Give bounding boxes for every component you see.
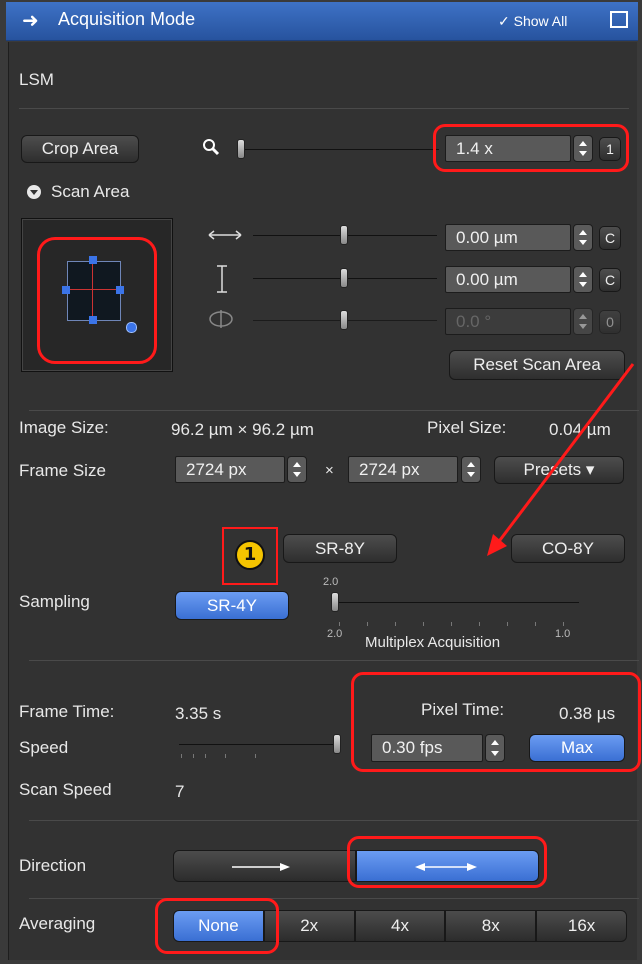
zoom-slider-thumb[interactable] xyxy=(237,139,245,159)
frame-size-x-field[interactable]: 2724 px xyxy=(175,456,285,483)
sampling-label: Sampling xyxy=(19,592,90,611)
tick xyxy=(255,754,256,758)
image-size-label: Image Size: xyxy=(19,418,109,437)
highlight-scan-area xyxy=(37,237,157,364)
direction-unidirectional[interactable] xyxy=(173,850,356,882)
offset-y-field[interactable]: 0.00 µm xyxy=(445,266,571,293)
rotation-reset-button: 0 xyxy=(599,310,621,334)
tick xyxy=(423,622,424,626)
scan-area-label: Scan Area xyxy=(51,182,130,201)
speed-slider-track[interactable] xyxy=(179,744,339,745)
highlight-direction xyxy=(347,836,547,888)
offset-y-spinner[interactable] xyxy=(573,266,593,293)
crop-area-button[interactable]: Crop Area xyxy=(21,135,139,163)
panel-header[interactable]: ➜ Acquisition Mode ✓ Show All xyxy=(6,2,638,41)
offset-x-spinner[interactable] xyxy=(573,224,593,251)
offset-x-field[interactable]: 0.00 µm xyxy=(445,224,571,251)
tick xyxy=(225,754,226,758)
unidirectional-arrow-icon xyxy=(232,863,290,871)
horizontal-offset-icon xyxy=(208,230,242,240)
highlight-speed xyxy=(351,672,641,772)
sampling-slider-track[interactable] xyxy=(333,602,579,603)
frame-size-y-spinner[interactable] xyxy=(461,456,481,483)
callout-arrow xyxy=(487,363,635,556)
tick xyxy=(479,622,480,626)
divider xyxy=(19,108,629,109)
divider xyxy=(29,898,639,899)
rotation-spinner xyxy=(573,308,593,335)
sampling-scale-left: 2.0 xyxy=(327,628,343,640)
sampling-slider-thumb[interactable] xyxy=(331,592,339,612)
speed-slider-thumb[interactable] xyxy=(333,734,341,754)
times-sign: × xyxy=(325,462,334,479)
sr-4y-button[interactable]: SR-4Y xyxy=(175,591,289,620)
averaging-16x[interactable]: 16x xyxy=(536,910,627,942)
expand-scan-area-icon[interactable] xyxy=(27,185,41,199)
averaging-4x[interactable]: 4x xyxy=(354,910,446,942)
sampling-scale-right: 1.0 xyxy=(555,628,571,640)
frame-size-label: Frame Size xyxy=(19,461,106,480)
multiplex-caption: Multiplex Acquisition xyxy=(365,634,501,651)
tick xyxy=(339,622,340,626)
tick xyxy=(563,622,564,626)
step-badge: 1 xyxy=(235,540,265,570)
offset-x-reset-button[interactable]: C xyxy=(599,226,621,250)
sampling-scale-top: 2.0 xyxy=(323,576,339,588)
tick xyxy=(507,622,508,626)
frame-time-value: 3.35 s xyxy=(175,704,222,723)
offset-y-reset-button[interactable]: C xyxy=(599,268,621,292)
panel-body: LSM Crop Area 1.4 x 1 Scan Area 0.00 µm xyxy=(8,42,641,960)
offset-y-slider-thumb[interactable] xyxy=(340,268,348,288)
tick xyxy=(535,622,536,626)
offset-x-slider-thumb[interactable] xyxy=(340,225,348,245)
divider xyxy=(29,820,639,821)
tick xyxy=(395,622,396,626)
frame-time-label: Frame Time: xyxy=(19,702,115,721)
vertical-offset-icon xyxy=(217,265,227,293)
acquisition-mode-window: ➜ Acquisition Mode ✓ Show All LSM Crop A… xyxy=(0,0,642,964)
rotation-field: 0.0 ° xyxy=(445,308,571,335)
tick xyxy=(367,622,368,626)
rotation-slider-thumb[interactable] xyxy=(340,310,348,330)
undock-icon[interactable] xyxy=(610,11,628,28)
averaging-label: Averaging xyxy=(19,914,96,933)
panel-title: Acquisition Mode xyxy=(58,9,196,29)
tick xyxy=(181,754,182,758)
frame-size-y-field[interactable]: 2724 px xyxy=(348,456,458,483)
collapse-arrow-icon[interactable]: ➜ xyxy=(22,8,39,32)
zoom-magnifier-icon xyxy=(203,139,220,156)
image-size-value: 96.2 µm × 96.2 µm xyxy=(171,420,314,439)
divider xyxy=(29,660,639,661)
tick xyxy=(205,754,206,758)
show-all-toggle[interactable]: ✓ Show All xyxy=(498,13,567,30)
direction-label: Direction xyxy=(19,856,87,875)
scan-speed-value: 7 xyxy=(175,782,185,801)
section-lsm-label: LSM xyxy=(19,70,54,89)
tick xyxy=(193,754,194,758)
speed-label: Speed xyxy=(19,738,69,757)
show-all-label: Show All xyxy=(513,13,568,29)
rotation-icon xyxy=(209,310,233,328)
averaging-8x[interactable]: 8x xyxy=(445,910,537,942)
sr-8y-button[interactable]: SR-8Y xyxy=(283,534,397,563)
highlight-zoom xyxy=(433,124,629,172)
scan-speed-label: Scan Speed xyxy=(19,780,112,799)
tick xyxy=(451,622,452,626)
highlight-averaging xyxy=(155,898,279,954)
frame-size-x-spinner[interactable] xyxy=(287,456,307,483)
zoom-slider-track[interactable] xyxy=(239,149,439,150)
